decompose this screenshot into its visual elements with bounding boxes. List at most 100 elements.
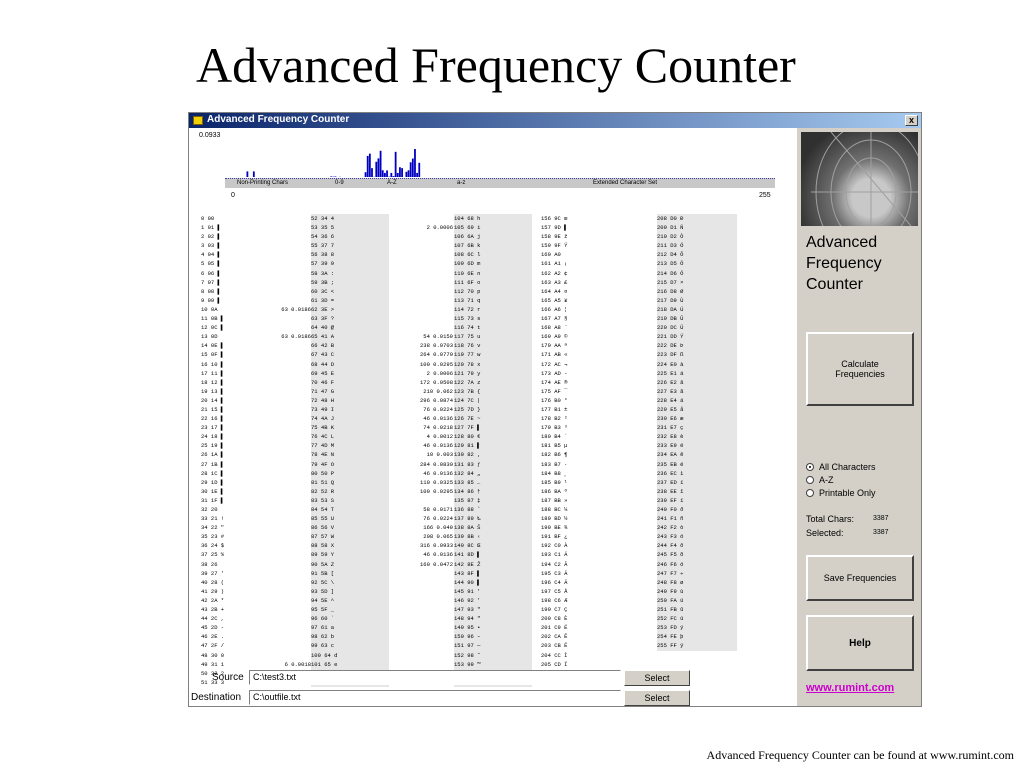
histogram-bar [334,176,337,177]
histogram-bar [330,176,333,177]
table-row: 217 D9 Ù [657,296,684,304]
selected-value: 3387 [873,529,889,536]
table-row: 178 B2 ² [541,415,568,423]
table-row [271,414,311,423]
table-row [367,259,453,268]
table-row: 23 17 ▌ [201,424,225,432]
table-row: 40 28 ( [201,578,225,586]
table-row: 190 BE ¾ [541,524,568,532]
table-row: 139 8B ‹ [454,533,481,541]
table-row: 43 2B + [201,606,225,614]
help-button[interactable]: Help [806,615,914,671]
table-row [271,469,311,478]
table-row: 45 2D - [201,624,225,632]
table-row [367,269,453,278]
table-row: 104 68 h [454,215,481,222]
table-row: 209 D1 Ñ [657,224,684,232]
app-icon [193,116,203,125]
table-row: 186 BA º [541,487,568,495]
title-bar: Advanced Frequency Counter x [189,113,921,128]
table-row: 211 D3 Ó [657,242,684,250]
table-row: 6 06 ▌ [201,269,221,277]
table-row: 111 6F o [454,278,481,286]
table-row: 110 6E n [454,269,481,277]
table-row: 110 0.0325 [419,478,453,486]
destination-select-button[interactable]: Select [624,690,690,706]
table-row: 182 B6 ¶ [541,451,568,459]
category-label: A-Z [387,180,397,186]
radio-a-z[interactable]: A-Z [806,475,834,485]
table-row: 10 0.003 [426,451,453,459]
table-row: 19 13 ▌ [201,387,225,395]
table-row [271,350,311,359]
table-row: 223 DF ß [657,351,684,359]
table-row: 8 08 ▌ [201,287,221,295]
table-row: 18 12 ▌ [201,378,225,386]
histogram-bar [364,172,367,177]
close-button[interactable]: x [905,115,918,126]
table-row: 135 87 ‡ [454,496,481,504]
save-frequencies-button[interactable]: Save Frequencies [806,555,914,601]
table-row: 41 29 ) [201,587,225,595]
radio-all-characters[interactable]: All Characters [806,462,876,472]
table-row: 170 AA ª [541,342,568,350]
calculate-frequencies-button[interactable]: Calculate Frequencies [806,332,914,406]
table-row: 173 AD - [541,369,568,377]
table-row: 157 9D ▌ [541,224,568,232]
table-row: 224 E0 à [657,360,684,368]
selected-chars: Selected: 3387 [806,528,889,538]
destination-input[interactable]: C:\outfile.txt [249,690,621,705]
table-row: 38 26 [201,560,218,568]
histogram-bar [366,155,369,177]
table-row: 162 A2 ¢ [541,269,568,277]
table-row: 222 DE Þ [657,342,684,350]
table-column-chars-156-207: 156 9C œ 157 9D ▌ 158 9E ž 159 9F Ÿ 160 A0 16… [541,214,607,687]
source-select-button[interactable]: Select [624,670,690,686]
axis-min-label: 0 [231,192,235,199]
table-row: 107 6B k [454,242,481,250]
table-row: 191 BF ¿ [541,533,568,541]
table-row: 25 19 ▌ [201,442,225,450]
table-row: 242 F2 ò [657,524,684,532]
table-row: 183 B7 · [541,460,568,468]
table-row: 145 91 ' [454,587,481,595]
table-row: 245 F5 õ [657,551,684,559]
table-row: 27 1B ▌ [201,460,225,468]
table-row: 194 C2 Â [541,560,568,568]
table-row [271,514,311,523]
table-row: 33 21 ! [201,515,225,523]
table-row: 195 C3 Ã [541,569,568,577]
table-row: 4 0.0012 [426,433,453,441]
table-row: 166 0.049 [423,524,453,532]
radio-printable-only[interactable]: Printable Only [806,488,876,498]
table-row [367,287,453,296]
table-row: 132 84 „ [454,469,481,477]
table-row [367,596,453,605]
table-row [271,596,311,605]
table-column-counts-52-103: 2 0.0006 54 0.0159 238 0.0703 264 0.0779 100… [367,214,453,687]
table-row: 1 01 ▌ [201,224,221,232]
rumint-link[interactable]: www.rumint.com [806,682,894,694]
main-panel: 0.0933 Non-Printing Chars 0-9 A-Z a-z Ex… [189,128,797,706]
table-row: 34 22 " [201,524,225,532]
source-input[interactable]: C:\test3.txt [249,670,621,685]
table-row [271,369,311,378]
table-row: 151 97 — [454,642,481,650]
table-row: 138 8A Š [454,524,481,532]
table-row: 204 CC Ì [541,651,568,659]
histogram-bar [375,161,378,177]
table-row: 225 E1 á [657,369,684,377]
table-row: 237 ED í [657,478,684,486]
table-row: 46 2E . [201,633,225,641]
table-row: 221 DD Ý [657,333,684,341]
histogram-bar [401,168,403,177]
histogram-bar [396,172,399,177]
table-row [271,651,311,660]
table-row [271,269,311,278]
table-row: 46 0.0136 [423,415,453,423]
table-row [271,250,311,259]
table-row: 159 9F Ÿ [541,242,568,250]
table-row: 199 C7 Ç [541,606,568,614]
table-row: 122 7A z [454,378,481,386]
table-row: 189 BD ½ [541,515,568,523]
